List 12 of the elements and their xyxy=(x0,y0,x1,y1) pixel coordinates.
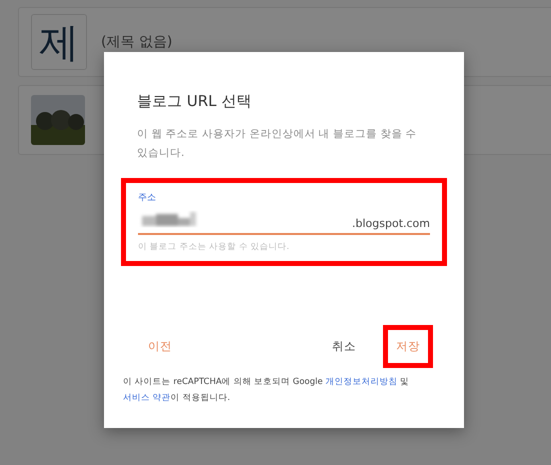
dialog-description: 이 웹 주소로 사용자가 온라인상에서 내 블로그를 찾을 수 있습니다. xyxy=(137,127,418,161)
recaptcha-notice: 이 사이트는 reCAPTCHA에 의해 보호되며 Google 개인정보처리방침 및 서비스 약관이 적용됩니다. xyxy=(123,376,410,405)
url-field[interactable]: .blogspot.com xyxy=(138,204,430,235)
privacy-link[interactable]: 개인정보처리방침 xyxy=(325,377,398,387)
dialog-title: 블로그 URL 선택 xyxy=(137,92,252,111)
post-title: (제목 없음) xyxy=(101,33,172,51)
cancel-button[interactable]: 취소 xyxy=(319,325,369,368)
field-label: 주소 xyxy=(138,192,157,204)
post-thumbnail: 제 xyxy=(31,14,87,70)
helper-text: 이 블로그 주소는 사용할 수 있습니다. xyxy=(138,241,290,253)
url-suffix: .blogspot.com xyxy=(352,217,430,230)
terms-link[interactable]: 서비스 약관 xyxy=(123,393,171,403)
